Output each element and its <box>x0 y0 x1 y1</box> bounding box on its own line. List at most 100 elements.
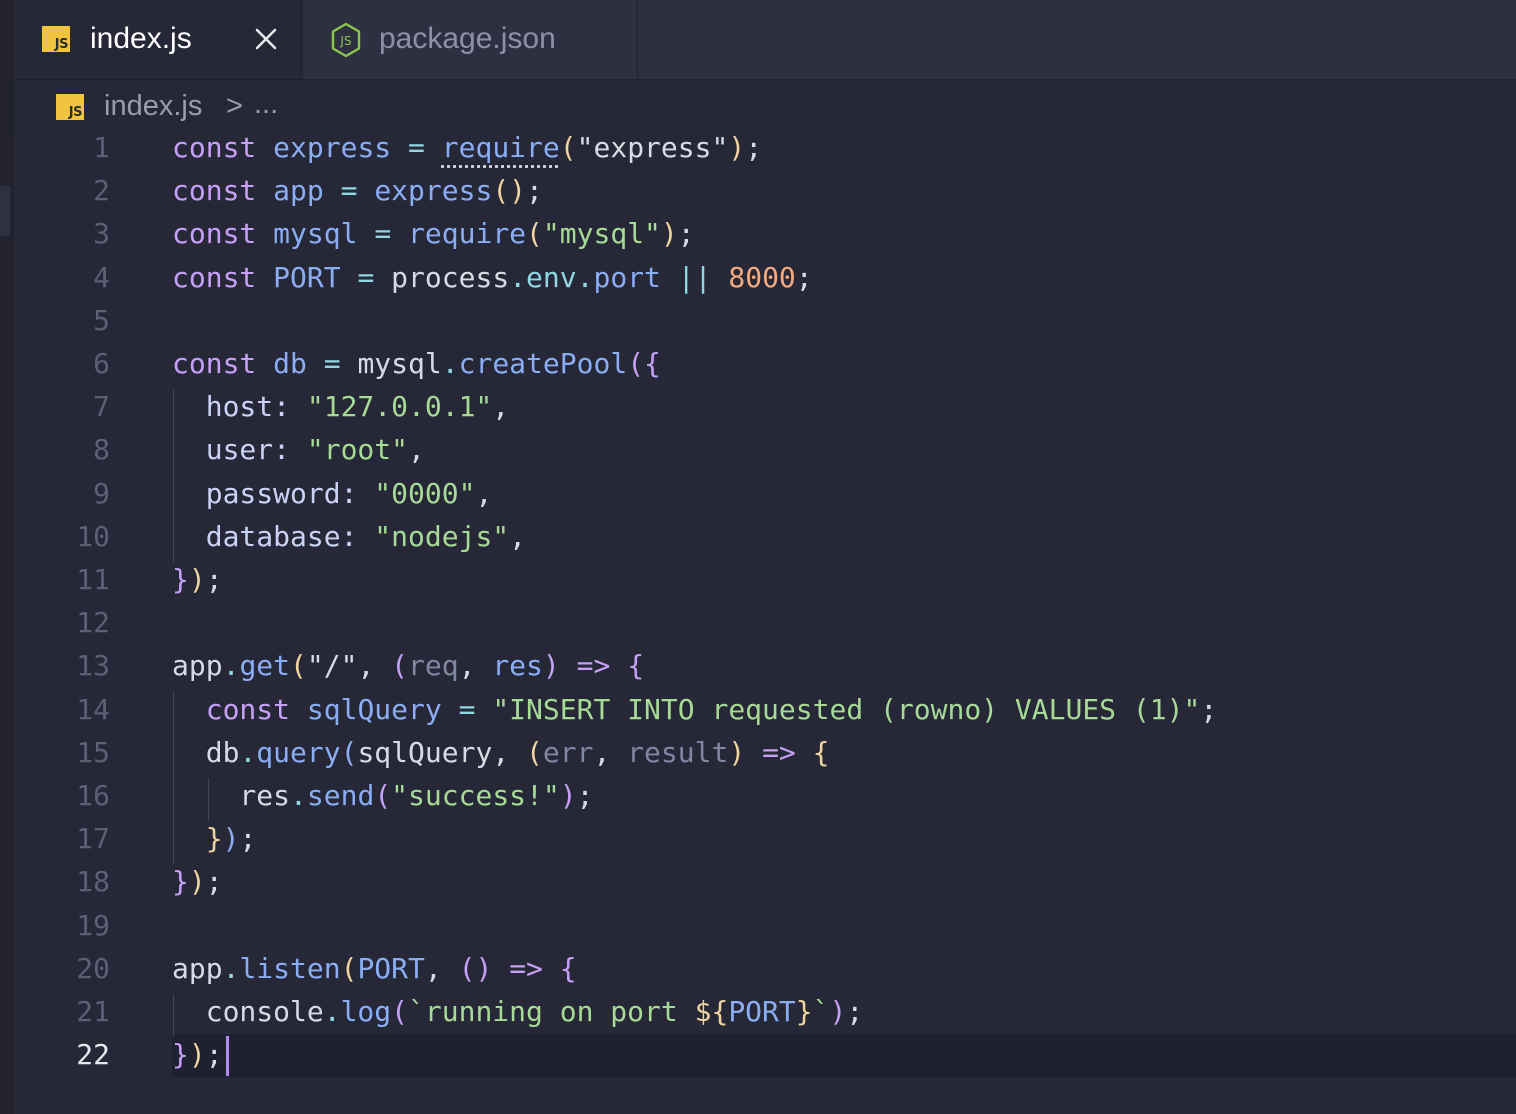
token: const <box>172 131 257 164</box>
code-line-16[interactable]: res.send("success!"); <box>172 774 593 817</box>
breadcrumb-file[interactable]: index.js <box>104 92 202 121</box>
token: { <box>627 649 645 682</box>
token: "/" <box>306 649 358 682</box>
line-number: 21 <box>76 995 110 1028</box>
token: ( <box>526 217 543 250</box>
token: app <box>172 952 223 985</box>
code-line-22[interactable]: }); <box>172 1033 223 1076</box>
token: . <box>576 261 594 294</box>
token: { <box>644 347 661 380</box>
code-line-1[interactable]: const express = require("express"); <box>172 126 762 169</box>
token: . <box>222 649 240 682</box>
token: "express" <box>576 131 729 164</box>
line-number: 15 <box>76 736 110 769</box>
token: ) <box>188 865 206 898</box>
token: express <box>374 174 493 207</box>
line-number: 6 <box>93 347 110 380</box>
code-line-21[interactable]: console.log(`running on port ${PORT}`); <box>172 990 863 1033</box>
token: ) <box>660 217 678 250</box>
token: sqlQuery <box>306 693 442 726</box>
code-line-9[interactable]: password: "0000", <box>172 472 493 515</box>
token: , <box>424 952 459 985</box>
code-line-7[interactable]: host: "127.0.0.1", <box>172 385 509 428</box>
code-editor[interactable]: 1 2 3 4 5 6 7 8 9 10 11 12 13 14 15 16 1… <box>14 131 1516 1114</box>
token: => <box>576 649 611 682</box>
token: mysql <box>357 347 442 380</box>
tab-label: index.js <box>90 22 192 55</box>
token: PORT <box>273 261 341 294</box>
token: = <box>323 347 341 380</box>
token: log <box>340 995 392 1028</box>
token: database: <box>172 520 375 553</box>
code-line-13[interactable]: app.get("/", (req, res) => { <box>172 644 644 687</box>
token: console <box>172 995 324 1028</box>
line-number-current: 22 <box>76 1038 110 1071</box>
token: ( <box>391 995 409 1028</box>
token: } <box>205 822 223 855</box>
code-line-3[interactable]: const mysql = require("mysql"); <box>172 212 695 255</box>
token: ( <box>559 131 577 164</box>
token: } <box>172 563 189 596</box>
line-number: 12 <box>76 606 110 639</box>
code-line-17[interactable]: }); <box>172 817 257 860</box>
token: = <box>357 261 375 294</box>
token: ; <box>677 217 695 250</box>
token: PORT <box>728 995 796 1028</box>
token: const <box>205 693 291 726</box>
code-line-11[interactable]: }); <box>172 558 223 601</box>
code-line-15[interactable]: db.query(sqlQuery, (err, result) => { <box>172 731 830 774</box>
token: ) <box>188 563 206 596</box>
code-line-2[interactable]: const app = express(); <box>172 169 543 212</box>
token: createPool <box>458 347 628 380</box>
line-number: 5 <box>93 304 110 337</box>
tab-package-json[interactable]: JS package.json <box>302 0 638 79</box>
line-number: 13 <box>76 649 110 682</box>
token: . <box>509 261 527 294</box>
text-cursor <box>226 1036 229 1076</box>
token: } <box>172 1038 189 1071</box>
token: require <box>408 217 527 250</box>
code-line-20[interactable]: app.listen(PORT, () => { <box>172 947 577 990</box>
breadcrumb-more[interactable]: ... <box>254 90 278 119</box>
code-line-18[interactable]: }); <box>172 860 223 903</box>
close-icon[interactable] <box>254 27 278 51</box>
token: ; <box>239 822 257 855</box>
code-line-10[interactable]: database: "nodejs", <box>172 515 526 558</box>
token: = <box>340 174 358 207</box>
line-number: 1 <box>93 131 110 164</box>
token: listen <box>239 952 341 985</box>
code-line-14[interactable]: const sqlQuery = "INSERT INTO requested … <box>172 688 1217 731</box>
token: ( <box>627 347 645 380</box>
code-line-8[interactable]: user: "root", <box>172 428 425 471</box>
token: ; <box>526 174 543 207</box>
token: ) <box>188 1038 206 1071</box>
token: ( <box>340 736 358 769</box>
tab-index-js[interactable]: JS index.js <box>14 0 302 79</box>
token: user: <box>172 433 307 466</box>
token: || <box>677 261 712 294</box>
token: ; <box>205 563 223 596</box>
nodejs-icon: JS <box>331 22 361 58</box>
token: ( <box>290 649 307 682</box>
token: "0000" <box>374 477 476 510</box>
code-line-4[interactable]: const PORT = process.env.port || 8000; <box>172 256 813 299</box>
line-number: 17 <box>76 822 110 855</box>
token: = <box>408 131 425 164</box>
code-line-6[interactable]: const db = mysql.createPool({ <box>172 342 661 385</box>
